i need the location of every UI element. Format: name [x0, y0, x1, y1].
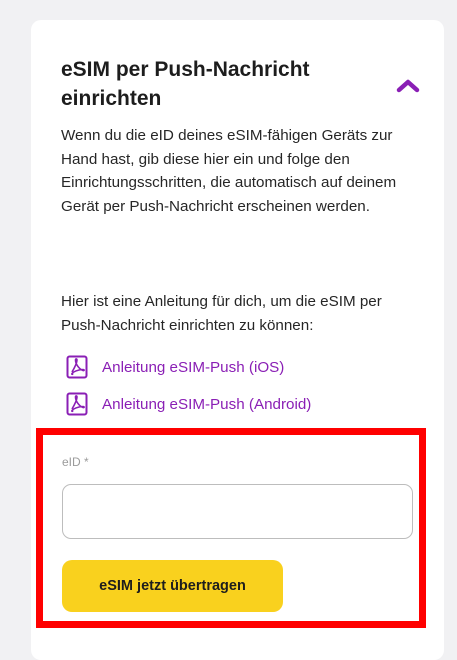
guide-link-label[interactable]: Anleitung eSIM-Push (Android): [102, 396, 311, 413]
accordion-header[interactable]: eSIM per Push-Nachricht einrichten: [61, 55, 421, 113]
guide-link-label[interactable]: Anleitung eSIM-Push (iOS): [102, 359, 284, 376]
description-text: Wenn du die eID deines eSIM-fähigen Gerä…: [61, 127, 397, 215]
guide-link-ios[interactable]: Anleitung eSIM-Push (iOS): [66, 355, 284, 379]
guide-intro-text: Hier ist eine Anleitung für dich, um die…: [61, 293, 382, 334]
eid-input[interactable]: [62, 484, 413, 539]
pdf-icon: [66, 392, 88, 416]
pdf-icon: [66, 355, 88, 379]
accordion-title: eSIM per Push-Nachricht einrichten: [61, 58, 310, 110]
guide-link-android[interactable]: Anleitung eSIM-Push (Android): [66, 392, 311, 416]
submit-esim-button[interactable]: eSIM jetzt übertragen: [62, 560, 283, 612]
chevron-up-icon[interactable]: [395, 71, 421, 97]
eid-field-label: eID *: [62, 455, 89, 469]
